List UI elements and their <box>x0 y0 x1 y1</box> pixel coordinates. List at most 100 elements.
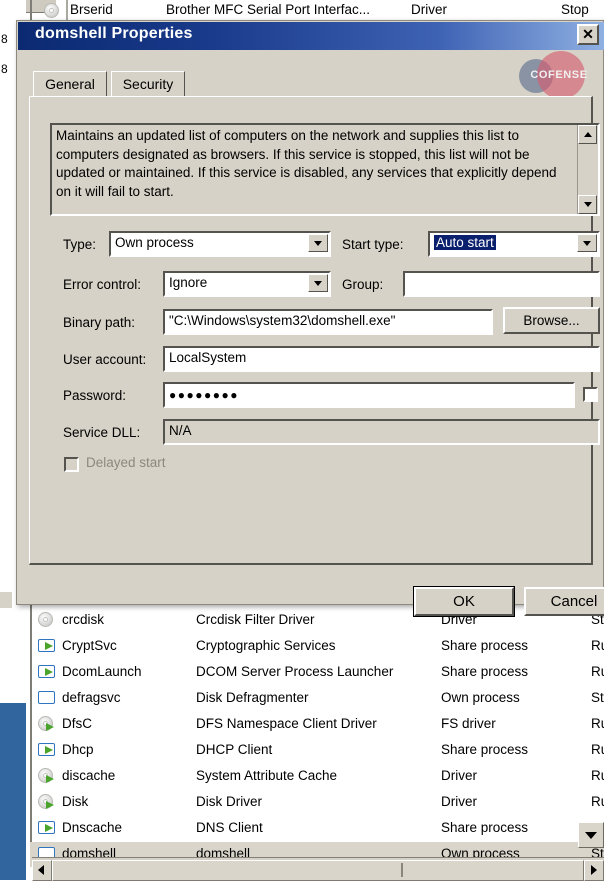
service-status: Run <box>591 664 604 679</box>
scroll-right-button[interactable] <box>584 860 604 881</box>
service-name: Dhcp <box>62 742 94 757</box>
service-status: Run <box>591 794 604 809</box>
tab-strip: General Security <box>33 71 589 97</box>
service-description: DNS Client <box>196 820 263 835</box>
chevron-down-icon[interactable] <box>308 234 328 252</box>
show-password-checkbox[interactable] <box>583 387 598 402</box>
service-name: Dnscache <box>62 820 123 835</box>
chevron-right-icon <box>591 865 597 875</box>
service-running-icon <box>38 742 56 758</box>
service-type: FS driver <box>441 716 496 731</box>
table-row[interactable]: DcomLaunch DCOM Server Process Launcher … <box>30 660 604 685</box>
table-row[interactable]: discache System Attribute Cache Driver R… <box>30 764 604 789</box>
tab-general[interactable]: General <box>33 71 107 97</box>
service-type: Share process <box>441 820 529 835</box>
scrollbar-thumb[interactable] <box>52 860 584 881</box>
description-scrollbar[interactable] <box>577 125 598 214</box>
chevron-left-icon <box>38 865 44 875</box>
password-input[interactable]: ●●●●●●●● <box>163 382 575 408</box>
service-properties-dialog: domshell Properties COFENSE ✕ General Se… <box>16 20 604 616</box>
service-type: Own process <box>441 690 520 705</box>
service-name: crcdisk <box>62 612 105 627</box>
chevron-up-icon <box>583 132 592 137</box>
service-running-icon <box>38 638 56 654</box>
browse-button[interactable]: Browse... <box>503 307 600 334</box>
service-type: Share process <box>441 742 529 757</box>
password-value: ●●●●●●●● <box>169 388 239 402</box>
service-status: Run <box>591 716 604 731</box>
service-description-box[interactable]: Maintains an updated list of computers o… <box>50 123 600 216</box>
service-description: System Attribute Cache <box>196 768 338 783</box>
binary-path-input[interactable]: "C:\Windows\system32\domshell.exe" <box>163 309 493 335</box>
table-row[interactable]: crcdisk Crcdisk Filter Driver Driver Sto… <box>30 608 604 633</box>
user-account-label: User account: <box>63 352 147 367</box>
delayed-start-label: Delayed start <box>86 455 166 470</box>
password-label: Password: <box>63 388 127 403</box>
service-name: DcomLaunch <box>62 664 142 679</box>
error-control-combo[interactable]: Ignore <box>163 271 331 297</box>
service-status: Run <box>591 768 604 783</box>
service-name: DfsC <box>62 716 92 731</box>
gutter-number-1: 8 <box>1 32 8 46</box>
cancel-button[interactable]: Cancel <box>524 587 604 616</box>
close-button[interactable]: ✕ <box>577 24 599 45</box>
service-status: Stop <box>591 690 604 705</box>
start-type-label: Start type: <box>342 237 404 252</box>
gear-running-icon <box>38 794 56 810</box>
tab-security[interactable]: Security <box>111 71 185 97</box>
horizontal-scrollbar[interactable] <box>32 857 604 881</box>
service-description: DFS Namespace Client Driver <box>196 716 377 731</box>
service-description: Cryptographic Services <box>196 638 336 653</box>
service-type: Driver <box>441 768 477 783</box>
service-type: Share process <box>441 638 529 653</box>
gear-running-icon <box>38 716 56 732</box>
delayed-start-checkbox <box>64 457 79 472</box>
chevron-down-icon[interactable] <box>577 234 597 252</box>
start-type-value: Auto start <box>434 235 496 250</box>
chevron-down-icon <box>585 831 597 839</box>
error-control-value: Ignore <box>169 275 208 290</box>
service-name: Brserid <box>70 2 113 17</box>
left-blue-panel <box>0 703 26 880</box>
service-dll-value: N/A <box>169 423 192 438</box>
service-dll-label: Service DLL: <box>63 425 141 440</box>
table-row[interactable]: Dnscache DNS Client Share process Run <box>30 816 604 841</box>
scroll-down-button[interactable] <box>578 822 604 848</box>
table-row[interactable]: Dhcp DHCP Client Share process Run <box>30 738 604 763</box>
service-dll-input: N/A <box>163 419 600 445</box>
services-top-partial-row: Brserid Brother MFC Serial Port Interfac… <box>26 0 604 22</box>
service-name: CryptSvc <box>62 638 117 653</box>
chevron-down-icon[interactable] <box>308 274 328 292</box>
scrollbar-grip <box>401 863 403 877</box>
binary-path-value: "C:\Windows\system32\domshell.exe" <box>169 313 396 328</box>
list-border-inner <box>66 0 68 22</box>
table-row[interactable]: CryptSvc Cryptographic Services Share pr… <box>30 634 604 659</box>
service-description: DCOM Server Process Launcher <box>196 664 394 679</box>
ok-button[interactable]: OK <box>414 587 514 616</box>
table-row[interactable]: Disk Disk Driver Driver Run <box>30 790 604 815</box>
start-type-combo[interactable]: Auto start <box>428 231 600 257</box>
service-name: Disk <box>62 794 89 809</box>
gutter-number-2: 8 <box>1 62 8 76</box>
service-description-text: Maintains an updated list of computers o… <box>56 128 557 199</box>
scroll-left-button[interactable] <box>32 860 52 881</box>
error-control-label: Error control: <box>63 277 142 292</box>
description-scroll-down[interactable] <box>578 195 597 214</box>
group-label: Group: <box>342 277 384 292</box>
service-stopped-icon <box>38 690 56 706</box>
service-description: Brother MFC Serial Port Interfac... <box>166 2 371 17</box>
table-row[interactable]: DfsC DFS Namespace Client Driver FS driv… <box>30 712 604 737</box>
service-description: DHCP Client <box>196 742 273 757</box>
chevron-down-icon <box>583 202 592 207</box>
type-combo[interactable]: Own process <box>109 231 331 257</box>
table-row[interactable]: defragsvc Disk Defragmenter Own process … <box>30 686 604 711</box>
description-scroll-up[interactable] <box>578 125 597 144</box>
gear-icon <box>44 3 62 19</box>
group-input[interactable] <box>403 271 600 297</box>
dialog-title: domshell Properties <box>35 25 193 42</box>
gear-running-icon <box>38 768 56 784</box>
service-status: Run <box>591 742 604 757</box>
user-account-value: LocalSystem <box>169 350 247 365</box>
service-running-icon <box>38 664 56 680</box>
user-account-input[interactable]: LocalSystem <box>163 346 600 372</box>
